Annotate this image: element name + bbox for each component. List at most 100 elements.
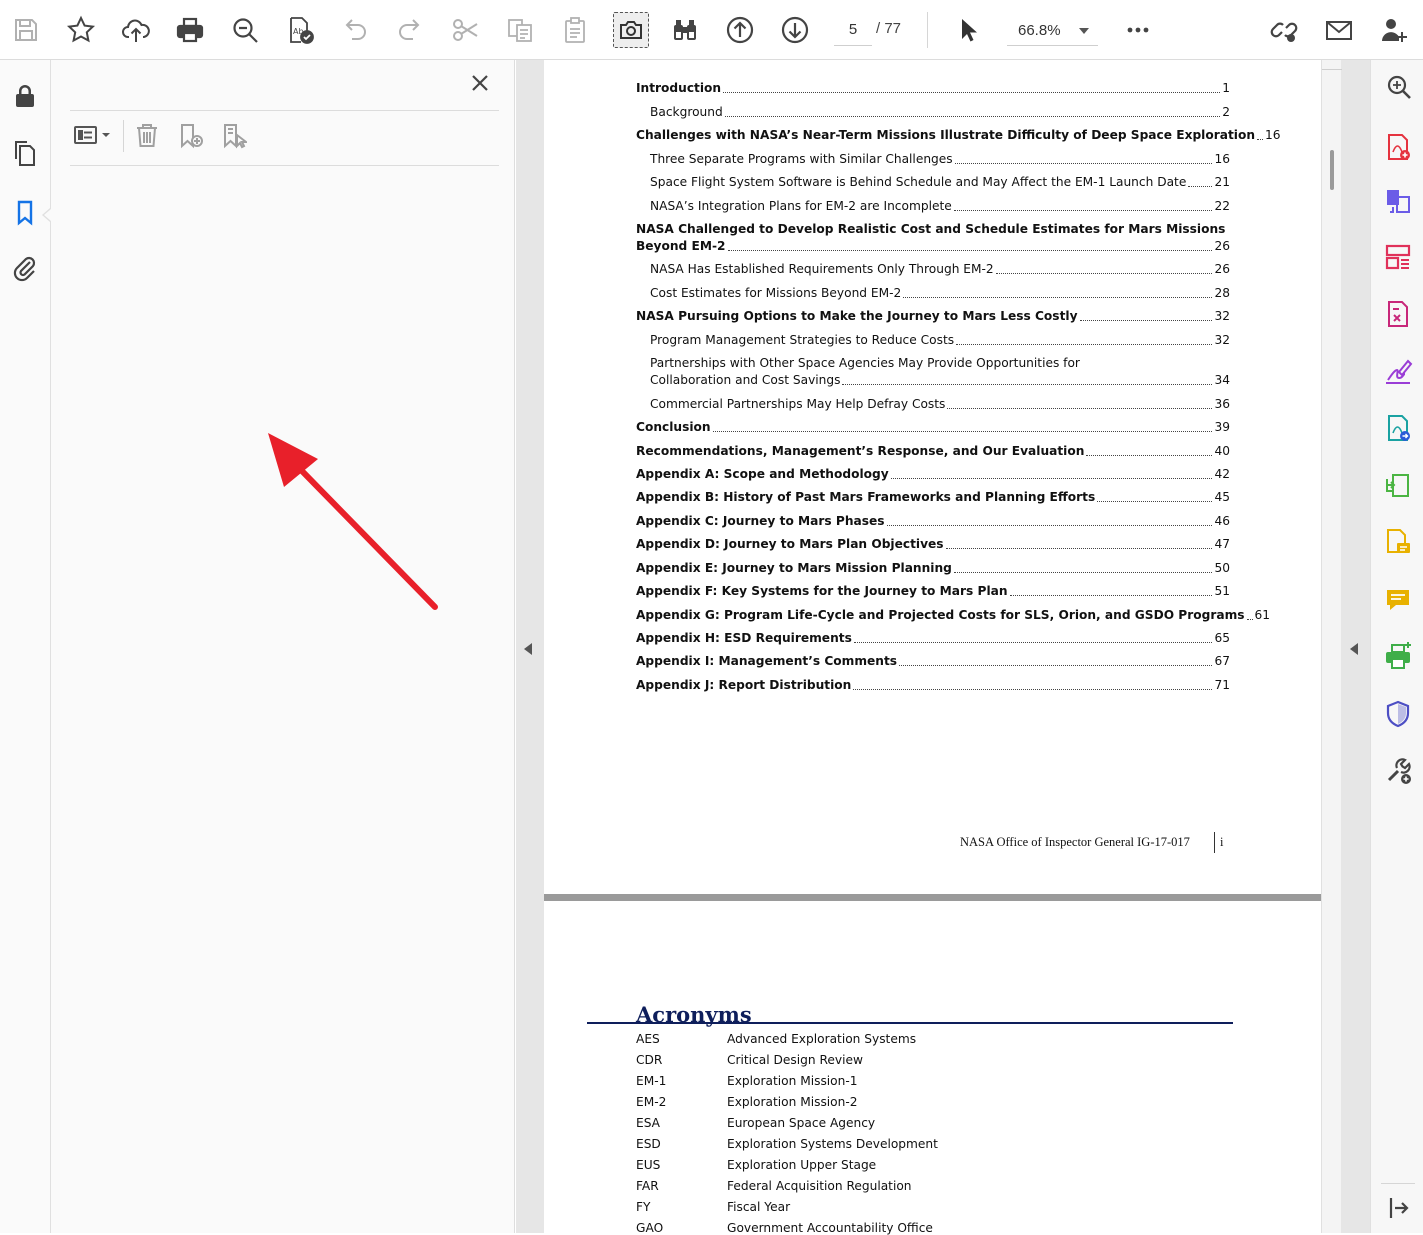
scrollbar-thumb[interactable]	[1330, 150, 1334, 190]
organize-pages-icon[interactable]	[1381, 240, 1415, 274]
toc-entry-page: 40	[1214, 444, 1230, 458]
toc-entry-title-line[interactable]: Partnerships with Other Space Agencies M…	[650, 355, 1080, 372]
toc-entry-page: 1	[1222, 81, 1230, 95]
undo-icon[interactable]	[337, 12, 373, 48]
share-link-icon[interactable]	[1266, 12, 1302, 48]
toc-entry-page: 16	[1265, 128, 1281, 142]
bookmark-star-icon[interactable]	[63, 12, 99, 48]
page-footer-org: NASA Office of Inspector General IG-17-0…	[960, 835, 1190, 849]
toc-leader-dots	[727, 250, 1213, 251]
toc-leader-dots	[1257, 139, 1264, 140]
toc-leader-dots	[1188, 186, 1213, 187]
compress-pdf-icon[interactable]	[1381, 468, 1415, 502]
security-lock-icon[interactable]	[6, 77, 44, 115]
bookmarks-icon[interactable]	[6, 193, 44, 231]
page-thumbnails-icon[interactable]	[6, 134, 44, 172]
navigation-pane-rail	[0, 60, 51, 1233]
vertical-scrollbar[interactable]	[1321, 60, 1342, 1233]
collapse-right-pane-icon[interactable]	[1350, 643, 1358, 655]
document-viewport[interactable]: Introduction 1 Background 2 Challenges with …	[516, 60, 1370, 1235]
toc-entry[interactable]: NASA’s Integration Plans for EM-2 are In…	[650, 198, 1230, 215]
toc-entry[interactable]: Appendix J: Report Distribution 71	[636, 677, 1230, 694]
toc-entry[interactable]: Commercial Partnerships May Help Defray …	[650, 396, 1230, 413]
new-bookmark-from-structure-icon[interactable]	[215, 118, 251, 152]
toc-entry-title: Appendix D: Journey to Mars Plan Objecti…	[636, 537, 944, 551]
spellcheck-icon[interactable]: Ab	[282, 12, 318, 48]
toolbar-separator	[927, 12, 928, 48]
toc-entry[interactable]: Appendix H: ESD Requirements 65	[636, 630, 1230, 647]
toc-entry[interactable]: Appendix I: Management’s Comments 67	[636, 653, 1230, 670]
toc-entry[interactable]: Beyond EM-2 26	[636, 238, 1230, 255]
pdf-page-toc: Introduction 1 Background 2 Challenges with …	[544, 60, 1321, 894]
toc-entry-title: Appendix F: Key Systems for the Journey …	[636, 584, 1008, 598]
email-icon[interactable]	[1321, 12, 1357, 48]
print-icon[interactable]	[172, 12, 208, 48]
toc-entry[interactable]: Space Flight System Software is Behind S…	[650, 174, 1230, 191]
select-pointer-icon[interactable]	[950, 12, 986, 48]
toc-entry[interactable]: Appendix C: Journey to Mars Phases 46	[636, 513, 1230, 530]
comment-doc-icon[interactable]	[1381, 525, 1415, 559]
snapshot-icon[interactable]	[613, 12, 649, 48]
options-list-icon[interactable]	[69, 118, 115, 152]
protect-shield-icon[interactable]	[1381, 697, 1415, 731]
zoom-search-icon[interactable]	[227, 12, 263, 48]
toc-leader-dots	[723, 92, 1221, 93]
copy-icon[interactable]	[502, 12, 538, 48]
toc-entry[interactable]: Program Management Strategies to Reduce …	[650, 332, 1230, 349]
toc-entry[interactable]: Recommendations, Management’s Response, …	[636, 443, 1230, 460]
more-tools-icon[interactable]	[1381, 754, 1415, 788]
acronym-definition: Advanced Exploration Systems	[727, 1032, 917, 1046]
toc-entry[interactable]: Background 2	[650, 104, 1230, 121]
toc-entry[interactable]: Appendix B: History of Past Mars Framewo…	[636, 489, 1230, 506]
redo-icon[interactable]	[392, 12, 428, 48]
toc-entry[interactable]: Appendix E: Journey to Mars Mission Plan…	[636, 560, 1230, 577]
new-bookmark-icon[interactable]	[172, 118, 208, 152]
toc-entry[interactable]: Appendix G: Program Life-Cycle and Proje…	[636, 607, 1270, 624]
toc-entry[interactable]: Introduction 1	[636, 80, 1230, 97]
toc-entry-page: 47	[1214, 537, 1230, 551]
cloud-upload-icon[interactable]	[118, 12, 154, 48]
toc-entry[interactable]: Collaboration and Cost Savings 34	[650, 372, 1230, 389]
paste-icon[interactable]	[557, 12, 593, 48]
toc-entry[interactable]: Challenges with NASA’s Near-Term Mission…	[636, 127, 1281, 144]
toc-entry-title: Appendix E: Journey to Mars Mission Plan…	[636, 561, 952, 575]
previous-page-icon[interactable]	[722, 12, 758, 48]
toc-entry[interactable]: Appendix D: Journey to Mars Plan Objecti…	[636, 536, 1230, 553]
toc-entry-page: 34	[1214, 373, 1230, 387]
collapse-left-pane-icon[interactable]	[524, 643, 532, 655]
toc-entry[interactable]: NASA Has Established Requirements Only T…	[650, 261, 1230, 278]
attachments-paperclip-icon[interactable]	[6, 249, 44, 287]
export-pdf-icon[interactable]	[1381, 297, 1415, 331]
toc-entry[interactable]: Conclusion 39	[636, 419, 1230, 436]
zoom-dropdown[interactable]: 66.8%	[1007, 14, 1098, 46]
create-pdf-icon[interactable]	[1381, 130, 1415, 164]
combine-files-icon[interactable]	[1381, 184, 1415, 218]
find-binoculars-icon[interactable]	[667, 12, 703, 48]
search-tools-icon[interactable]	[1381, 70, 1415, 104]
more-options-icon[interactable]	[1120, 12, 1156, 48]
toc-entry-title: Appendix A: Scope and Methodology	[636, 467, 889, 481]
print-production-icon[interactable]	[1381, 640, 1415, 674]
toc-entry-title: Appendix I: Management’s Comments	[636, 654, 898, 668]
add-user-icon[interactable]	[1376, 12, 1412, 48]
current-page-input[interactable]	[834, 14, 872, 46]
toc-entry[interactable]: NASA Pursuing Options to Make the Journe…	[636, 308, 1230, 325]
fill-sign-icon[interactable]	[1381, 354, 1415, 388]
save-icon[interactable]	[8, 12, 44, 48]
collapse-pane-icon[interactable]	[1381, 1191, 1415, 1225]
toc-entry-title-line[interactable]: NASA Challenged to Develop Realistic Cos…	[636, 221, 1225, 238]
toc-entry[interactable]: Appendix A: Scope and Methodology 42	[636, 466, 1230, 483]
toc-entry[interactable]: Three Separate Programs with Similar Cha…	[650, 151, 1230, 168]
next-page-icon[interactable]	[777, 12, 813, 48]
acronym-abbreviation: FY	[636, 1200, 651, 1214]
toolbar-separator	[123, 120, 124, 152]
toc-entry[interactable]: Appendix F: Key Systems for the Journey …	[636, 583, 1230, 600]
toc-entry-title: NASA’s Integration Plans for EM-2 are In…	[650, 199, 952, 213]
toc-entry[interactable]: Cost Estimates for Missions Beyond EM-2 2…	[650, 285, 1230, 302]
send-for-review-icon[interactable]	[1381, 411, 1415, 445]
close-icon[interactable]	[467, 70, 493, 96]
comment-icon[interactable]	[1381, 583, 1415, 617]
acronym-definition: Critical Design Review	[727, 1053, 863, 1067]
delete-bookmark-icon[interactable]	[129, 118, 165, 152]
cut-icon[interactable]	[447, 12, 483, 48]
